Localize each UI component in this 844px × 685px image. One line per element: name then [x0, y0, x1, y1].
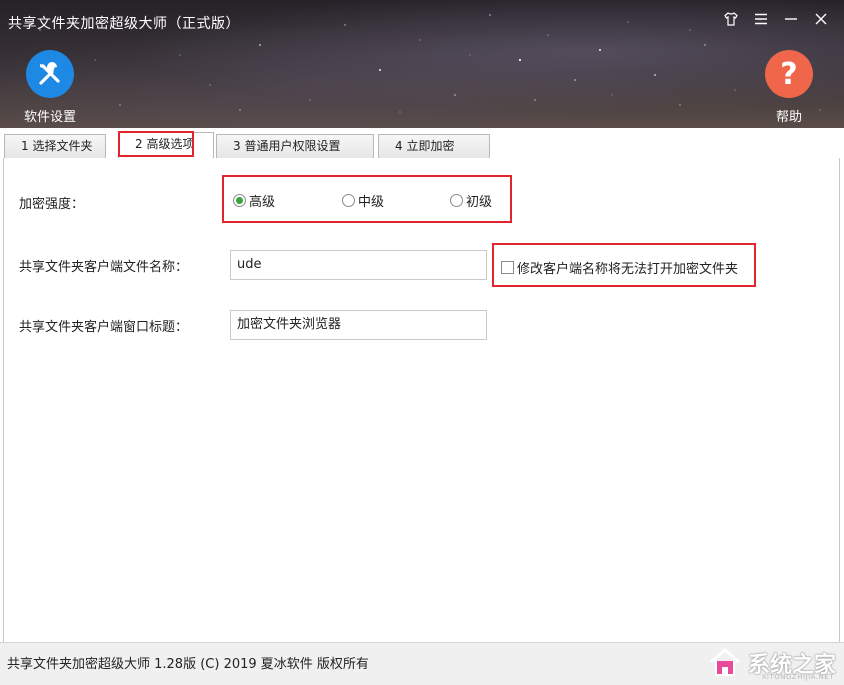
window-title-input[interactable]: 加密文件夹浏览器	[230, 310, 487, 340]
radio-high-label: 高级	[249, 195, 276, 210]
window-title-label: 共享文件夹客户端窗口标题：	[19, 320, 189, 335]
radio-low-indicator	[450, 194, 463, 207]
menu-icon[interactable]	[752, 10, 770, 28]
radio-high[interactable]: 高级	[233, 191, 275, 210]
question-icon: ?	[765, 50, 813, 98]
minimize-icon[interactable]	[782, 10, 800, 28]
radio-high-indicator	[233, 194, 246, 207]
tab-advanced-options[interactable]: 2 高级选项	[118, 132, 214, 159]
radio-medium[interactable]: 中级	[342, 191, 384, 210]
radio-low[interactable]: 初级	[450, 191, 492, 210]
tab-user-permissions[interactable]: 3 普通用户权限设置	[216, 134, 374, 158]
skin-icon[interactable]	[722, 10, 740, 28]
client-filename-input[interactable]: ude	[230, 250, 487, 280]
rename-warning-box	[501, 261, 514, 274]
radio-medium-indicator	[342, 194, 355, 207]
strength-label: 加密强度：	[19, 197, 85, 212]
rename-warning-checkbox[interactable]: 修改客户端名称将无法打开加密文件夹	[501, 258, 738, 277]
tab-select-folder[interactable]: 1 选择文件夹	[4, 134, 106, 158]
settings-button[interactable]: 软件设置	[24, 50, 76, 125]
help-button[interactable]: ? 帮助	[765, 50, 813, 125]
advanced-options-panel: 加密强度： 高级 中级 初级 共享文件夹客户端文件名称： ude 修改客户端名称…	[3, 158, 840, 642]
window-controls	[722, 10, 830, 28]
status-text: 共享文件夹加密超级大师 1.28版 (C) 2019 夏冰软件 版权所有	[7, 657, 369, 672]
header-banner: 共享文件夹加密超级大师（正式版） 软件设置 ? 帮助	[0, 0, 844, 128]
watermark-logo: 系统之家 XITONGZHIJIA.NET	[708, 647, 836, 681]
radio-low-label: 初级	[466, 195, 493, 210]
watermark-sub: XITONGZHIJIA.NET	[761, 673, 834, 681]
tab-bar: 1 选择文件夹 2 高级选项 3 普通用户权限设置 4 立即加密	[0, 128, 844, 159]
wrench-screwdriver-icon	[26, 50, 74, 98]
radio-medium-label: 中级	[358, 195, 385, 210]
client-filename-label: 共享文件夹客户端文件名称：	[19, 260, 189, 275]
tab-encrypt-now[interactable]: 4 立即加密	[378, 134, 490, 158]
close-icon[interactable]	[812, 10, 830, 28]
app-title: 共享文件夹加密超级大师（正式版）	[8, 16, 240, 32]
settings-label: 软件设置	[24, 110, 77, 125]
house-logo-icon	[710, 648, 740, 676]
help-label: 帮助	[775, 110, 802, 125]
status-bar: 共享文件夹加密超级大师 1.28版 (C) 2019 夏冰软件 版权所有 系统之…	[0, 642, 844, 685]
rename-warning-label: 修改客户端名称将无法打开加密文件夹	[517, 262, 739, 277]
